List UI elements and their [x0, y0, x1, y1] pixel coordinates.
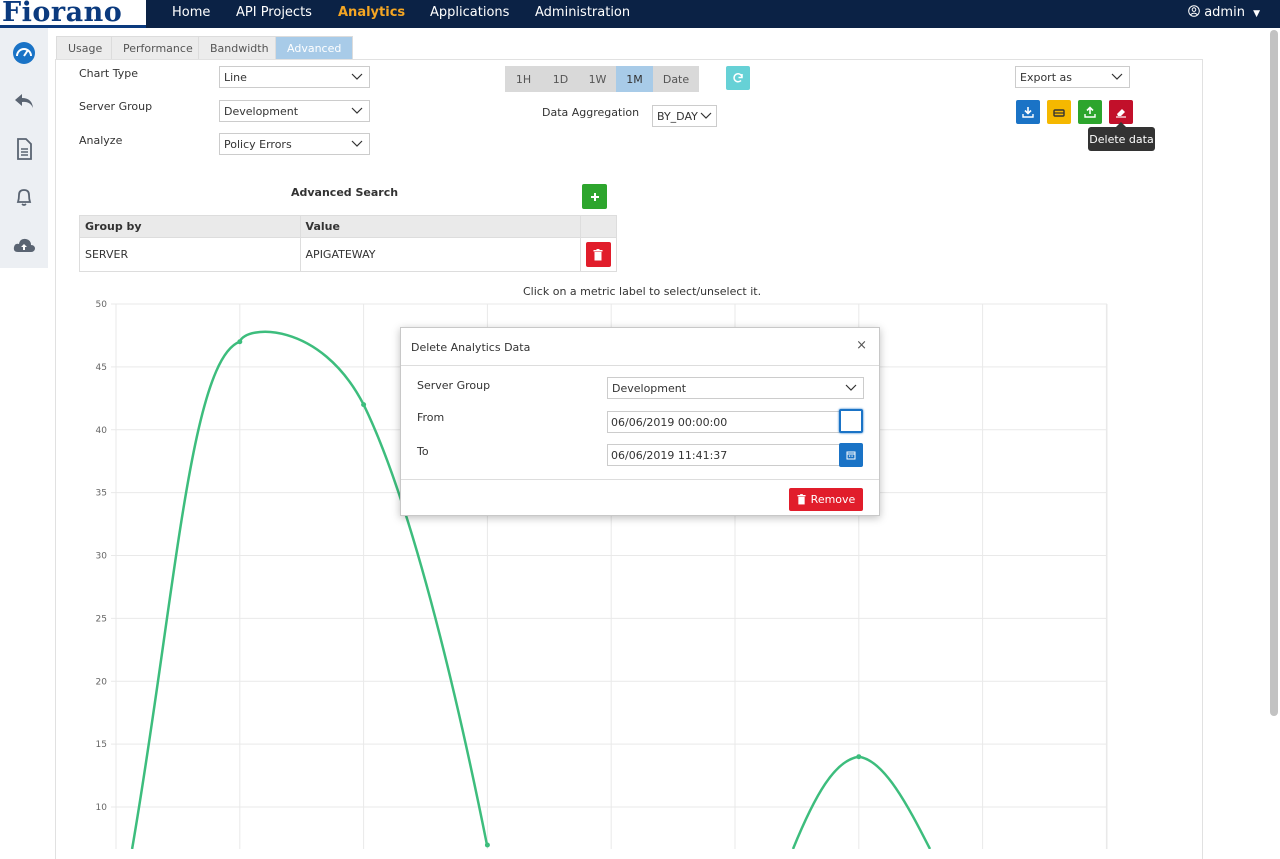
calendar-icon	[847, 418, 855, 425]
y-tick-label: 15	[96, 740, 107, 750]
modal-title: Delete Analytics Data	[411, 341, 531, 354]
from-calendar-button[interactable]	[839, 409, 863, 433]
y-tick-label: 10	[96, 803, 108, 813]
modal-server-group-select[interactable]: Development	[607, 377, 864, 399]
to-input[interactable]: 06/06/2019 11:41:37	[607, 444, 840, 466]
y-tick-label: 45	[96, 363, 107, 373]
from-label: From	[417, 411, 445, 424]
delete-analytics-modal: Delete Analytics Data × Server Group Dev…	[400, 327, 880, 516]
y-tick-label: 40	[96, 426, 108, 436]
close-icon[interactable]: ×	[856, 338, 867, 353]
remove-label: Remove	[810, 493, 856, 506]
data-point[interactable]	[484, 842, 490, 848]
remove-button[interactable]: Remove	[789, 488, 863, 511]
calendar-icon	[846, 451, 856, 460]
data-point[interactable]	[361, 402, 367, 408]
chevron-down-icon	[845, 384, 857, 391]
page-scrollbar[interactable]	[1270, 30, 1278, 716]
trash-icon	[797, 494, 806, 505]
modal-server-group-value: Development	[612, 382, 687, 395]
to-label: To	[417, 445, 429, 458]
y-tick-label: 30	[96, 552, 108, 562]
y-tick-label: 20	[96, 677, 108, 687]
y-tick-label: 35	[96, 489, 107, 499]
modal-header: Delete Analytics Data ×	[401, 328, 879, 366]
data-point[interactable]	[237, 339, 243, 345]
to-calendar-button[interactable]	[839, 443, 863, 467]
from-input[interactable]: 06/06/2019 00:00:00	[607, 411, 840, 433]
y-tick-label: 50	[96, 300, 108, 310]
y-tick-label: 25	[96, 614, 107, 624]
modal-footer: Remove	[401, 479, 879, 515]
data-point[interactable]	[856, 754, 862, 760]
modal-server-group-label: Server Group	[417, 379, 491, 392]
